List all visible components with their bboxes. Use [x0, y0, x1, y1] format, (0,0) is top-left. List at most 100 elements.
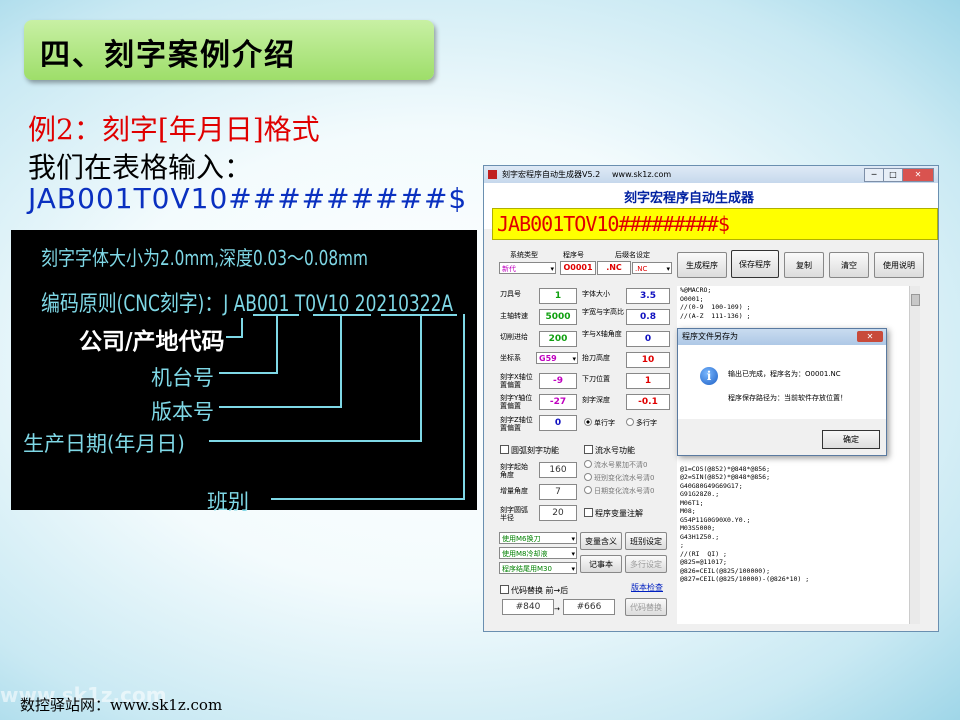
input-code: JAB001T0V10#########$	[28, 182, 468, 215]
diagram-label-shift: 班别	[207, 490, 249, 514]
connector-company-h	[226, 336, 243, 338]
replace-before-field[interactable]: #840	[502, 599, 554, 615]
angle-field[interactable]: 0	[626, 331, 670, 347]
tool-change-select[interactable]: 使用M6换刀	[499, 532, 577, 545]
spindle-label: 主轴转速	[500, 312, 528, 320]
notepad-button[interactable]: 记事本	[580, 555, 622, 573]
ratio-field[interactable]: 0.8	[626, 309, 670, 325]
code-replace-checkbox[interactable]: 代码替换 前→后	[500, 585, 568, 596]
var-meaning-button[interactable]: 变量含义	[580, 532, 622, 550]
dialog-body: i 输出已完成，程序名为：O0001.NC 程序保存路径为：当前软件存放位置！	[678, 345, 886, 419]
dialog-close-button[interactable]: ✕	[857, 331, 883, 342]
minimize-button[interactable]: ─	[864, 168, 884, 182]
zpos-label: 刻字Z轴位置偏置	[500, 416, 533, 432]
diagram-label-date: 生产日期(年月日)	[23, 432, 185, 456]
radius-field[interactable]: 20	[539, 505, 577, 521]
diagram-label-machine: 机台号	[151, 366, 214, 390]
connector-shift-h	[271, 498, 465, 500]
clear-button[interactable]: 清空	[829, 252, 869, 278]
bracket-date	[381, 314, 457, 316]
close-button[interactable]: ✕	[902, 168, 934, 182]
start-angle-field[interactable]: 160	[539, 462, 577, 478]
down-label: 下刀位置	[582, 375, 610, 383]
generate-program-button[interactable]: 生成程序	[677, 252, 727, 278]
serial-opt-1[interactable]: 流水号累加不清0	[584, 460, 647, 470]
connector-machine-h	[219, 372, 278, 374]
save-program-button[interactable]: 保存程序	[731, 250, 779, 278]
suffix-label: 后缀名设定	[615, 251, 650, 259]
connector-machine-v	[276, 316, 278, 374]
diagram-label-company: 公司/产地代码	[79, 329, 225, 355]
code-replace-button[interactable]: 代码替换	[625, 598, 667, 616]
replace-after-field[interactable]: #666	[563, 599, 615, 615]
app-title: 刻字宏程序自动生成器	[624, 191, 755, 206]
slide-title: 四、刻字案例介绍	[40, 38, 296, 73]
lift-field[interactable]: 10	[626, 352, 670, 368]
engrave-text-input[interactable]: JAB001TOV10#########$	[492, 208, 938, 240]
serial-opt-2[interactable]: 班别变化流水号清0	[584, 473, 654, 483]
spindle-field[interactable]: 5000	[539, 309, 577, 325]
window-titlebar: 刻字宏程序自动生成器V5.2 www.sk1z.com ─ □ ✕	[484, 166, 938, 183]
radius-label: 刻字圆弧半径	[500, 506, 528, 522]
connector-version-v	[340, 316, 342, 408]
inc-angle-label: 增量角度	[500, 487, 528, 495]
tool-no-field[interactable]: 1	[539, 288, 577, 304]
slide-title-box: 四、刻字案例介绍	[24, 20, 434, 80]
diagram-label-version: 版本号	[151, 400, 214, 424]
var-comment-checkbox[interactable]: 程序变量注解	[584, 508, 643, 519]
multi-row-radio[interactable]: 多行字	[626, 418, 657, 428]
coding-diagram: 刻字字体大小为2.0mm,深度0.03～0.08mm 编码原则(CNC刻字)：J…	[11, 230, 477, 514]
serial-opt-3[interactable]: 日期变化流水号清0	[584, 486, 654, 496]
feed-label: 切削进给	[500, 333, 528, 341]
lift-label: 抬刀高度	[582, 354, 610, 362]
connector-date-h	[209, 440, 422, 442]
program-end-select[interactable]: 程序结尾用M30	[499, 562, 577, 575]
coolant-select[interactable]: 使用M8冷却液	[499, 547, 577, 560]
serial-number-checkbox[interactable]: 流水号功能	[584, 445, 635, 456]
inc-angle-field[interactable]: 7	[539, 484, 577, 500]
arc-engrave-checkbox[interactable]: 圆弧刻字功能	[500, 445, 559, 456]
ratio-label: 字宽与字高比	[582, 308, 624, 316]
replace-arrow: →	[554, 605, 560, 613]
font-size-label: 字体大小	[582, 290, 610, 298]
system-type-select[interactable]: 新代	[499, 262, 556, 275]
dialog-message-1: 输出已完成，程序名为：O0001.NC	[728, 370, 841, 378]
window-title: 刻字宏程序自动生成器V5.2	[502, 170, 601, 179]
program-no-field[interactable]: O0001	[560, 261, 596, 275]
coord-label: 坐标系	[500, 354, 521, 362]
coord-select[interactable]: G59	[536, 352, 578, 365]
dialog-titlebar: 程序文件另存为 ✕	[678, 329, 886, 345]
dialog-title: 程序文件另存为	[682, 332, 738, 341]
program-no-label: 程序号	[563, 251, 584, 259]
multirow-setting-button[interactable]: 多行设定	[625, 555, 667, 573]
connector-date-v	[420, 316, 422, 442]
single-row-radio[interactable]: 单行字	[584, 418, 615, 428]
ypos-label: 刻字Y轴位置偏置	[500, 394, 533, 410]
copy-button[interactable]: 复制	[784, 252, 824, 278]
app-header: 刻字宏程序自动生成器 JAB001TOV10#########$	[484, 183, 938, 240]
tool-no-label: 刀具号	[500, 290, 521, 298]
ypos-field[interactable]: -27	[539, 394, 577, 410]
angle-label: 字与X轴角度	[582, 330, 622, 338]
zpos-field[interactable]: 0	[539, 415, 577, 431]
font-size-field[interactable]: 3.5	[626, 288, 670, 304]
footer-site: 数控驿站网：www.sk1z.com	[20, 696, 223, 714]
info-icon: i	[700, 367, 718, 385]
diagram-font-spec: 刻字字体大小为2.0mm,深度0.03～0.08mm	[41, 246, 368, 270]
depth-field[interactable]: -0.1	[626, 394, 670, 410]
suffix-field-1[interactable]: .NC	[597, 261, 631, 275]
input-instruction: 我们在表格输入：	[28, 151, 253, 184]
bracket-version	[313, 314, 371, 316]
shift-setting-button[interactable]: 班别设定	[625, 532, 667, 550]
connector-shift-v	[463, 314, 465, 500]
output-scrollbar[interactable]	[909, 286, 920, 624]
xpos-field[interactable]: -9	[539, 373, 577, 389]
maximize-button[interactable]: □	[883, 168, 903, 182]
down-field[interactable]: 1	[626, 373, 670, 389]
version-check-link[interactable]: 版本检查	[631, 584, 663, 592]
help-button[interactable]: 使用说明	[874, 252, 924, 278]
dialog-ok-button[interactable]: 确定	[822, 430, 880, 449]
suffix-select[interactable]: .NC	[632, 262, 672, 275]
feed-field[interactable]: 200	[539, 331, 577, 347]
connector-version-h	[219, 406, 342, 408]
